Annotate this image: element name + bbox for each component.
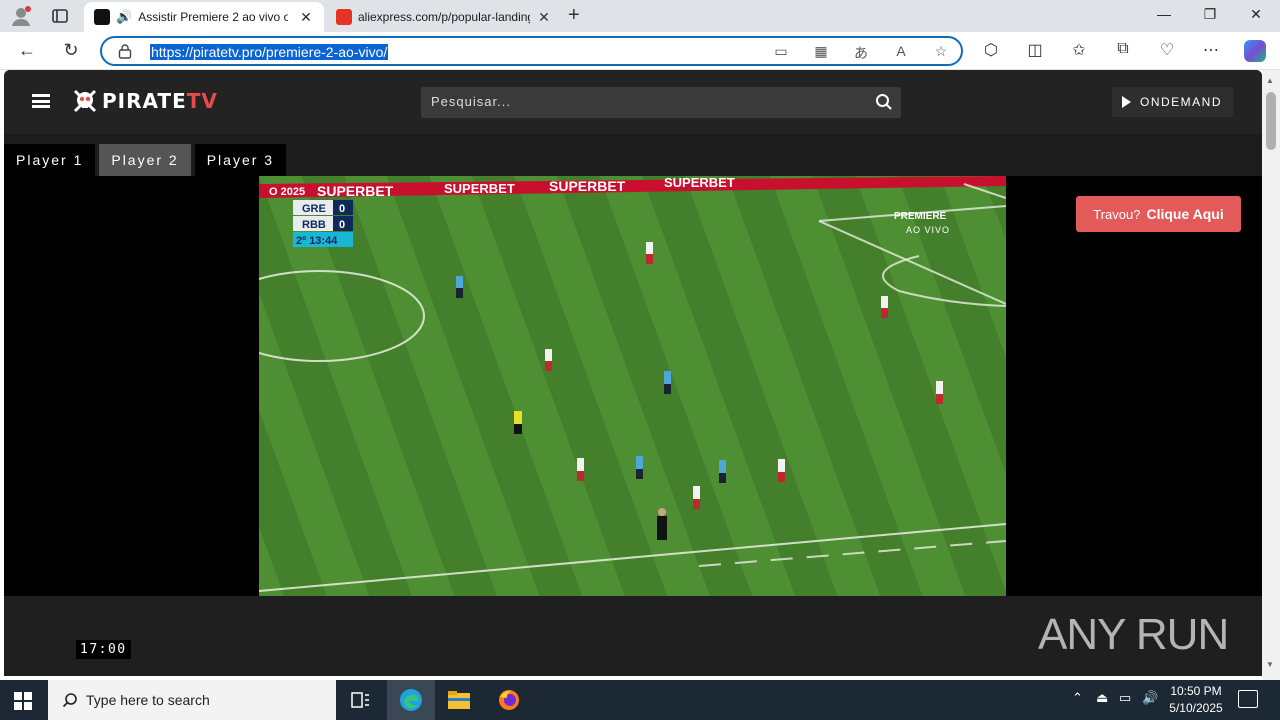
notifications-icon[interactable] [1238,690,1258,708]
favorite-star-icon[interactable]: ☆ [931,43,951,63]
scroll-down-icon[interactable]: ▼ [1266,660,1274,669]
tab-title: aliexpress.com/p/popular-landing [358,10,530,24]
play-icon [1122,96,1131,108]
site-logo[interactable]: PIRATETV [72,88,218,114]
video-frame[interactable]: O 2025 SUPERBET SUPERBET SUPERBET SUPERB… [259,176,1006,596]
football-pitch-image: O 2025 SUPERBET SUPERBET SUPERBET SUPERB… [259,176,1006,596]
close-window-icon[interactable]: ✕ [1246,6,1266,23]
minimize-icon[interactable]: — [1154,6,1174,22]
new-tab-icon[interactable]: + [568,4,580,27]
tab-title: Assistir Premiere 2 ao vivo online [138,10,289,24]
pirate-favicon-icon [94,9,110,25]
channel-logo: PREMIERE [894,211,947,222]
logo-accent: TV [186,89,218,113]
back-icon[interactable]: ← [16,40,38,61]
ondemand-label: ONDEMAND [1140,95,1223,109]
refresh-icon[interactable]: ↻ [60,40,82,61]
browser-toolbar-right: ⬡ ◫ ✩ ⧉ ♡ ⋯ [980,40,1266,62]
url-text[interactable]: https://piratetv.pro/premiere-2-ao-vivo/ [150,44,389,60]
taskbar-search-placeholder: Type here to search [86,692,210,708]
search-icon[interactable] [875,93,893,111]
search-field[interactable]: Pesquisar... [421,87,901,118]
split-screen-icon[interactable]: ◫ [1024,40,1046,62]
year-text: O 2025 [269,186,305,198]
usb-icon[interactable]: ⏏ [1096,690,1108,706]
clock-date: 5/10/2025 [1169,701,1223,715]
site-container: PIRATETV Pesquisar... ONDEMAND Player 1 … [4,70,1262,676]
logo-text: PIRATETV [102,89,218,113]
speaker-icon[interactable]: 🔊 [116,9,132,25]
sponsor-text: SUPERBET [549,178,626,194]
aliexpress-favicon-icon [336,9,352,25]
score-away-value: 0 [339,219,345,231]
favorites-icon[interactable]: ✩ [1068,40,1090,62]
search-icon [62,693,77,708]
file-explorer-icon[interactable] [435,680,483,720]
watermark-text: ANY RUN [1038,610,1229,659]
edge-taskbar-icon[interactable] [387,680,435,720]
tab-piratetv[interactable]: 🔊 Assistir Premiere 2 ao vivo online ✕ [84,2,324,32]
volume-icon[interactable]: 🔊 [1142,690,1158,706]
page-scrollbar[interactable]: ▲ ▼ [1262,70,1280,680]
tab-player-3[interactable]: Player 3 [194,144,287,176]
translate-icon[interactable]: あ [851,43,871,63]
menu-icon[interactable] [32,94,50,108]
tab-aliexpress[interactable]: aliexpress.com/p/popular-landing ✕ [326,2,562,32]
scroll-up-icon[interactable]: ▲ [1266,76,1274,85]
web-page: PIRATETV Pesquisar... ONDEMAND Player 1 … [0,70,1262,680]
score-away-team: RBB [302,219,326,231]
grid-icon[interactable]: ▦ [811,43,831,63]
travou-label: Travou? [1093,206,1141,222]
video-player[interactable]: O 2025 SUPERBET SUPERBET SUPERBET SUPERB… [4,176,1262,596]
tab-actions-icon[interactable] [50,6,70,26]
read-aloud-icon[interactable]: A [891,43,911,63]
player-tabs: Player 1 Player 2 Player 3 [4,144,287,176]
app-available-icon[interactable]: ▭ [771,43,791,63]
tab-player-2[interactable]: Player 2 [99,144,191,176]
task-view-icon[interactable] [336,680,384,720]
match-clock: 2º 13:44 [296,235,338,247]
extensions-icon[interactable]: ⬡ [980,40,1002,62]
address-bar[interactable]: https://piratetv.pro/premiere-2-ao-vivo/… [100,36,963,66]
time-badge: 17:00 [76,640,131,659]
logo-main: PIRATE [102,89,187,113]
score-home-value: 0 [339,203,345,215]
anyrun-watermark: ANY RUN [1038,610,1229,660]
browser-essentials-icon[interactable]: ♡ [1156,40,1178,62]
tray-chevron-icon[interactable]: ⌃ [1072,690,1083,706]
browser-tab-strip: 🔊 Assistir Premiere 2 ao vivo online ✕ a… [0,0,1280,32]
sponsor-text: SUPERBET [444,181,515,196]
taskbar-clock[interactable]: 10:50 PM 5/10/2025 [1162,683,1230,717]
channel-sub: AO VIVO [906,225,950,235]
travou-link: Clique Aqui [1146,206,1224,222]
firefox-icon[interactable] [485,680,533,720]
copilot-icon[interactable] [1244,40,1266,62]
site-header: PIRATETV Pesquisar... ONDEMAND [4,70,1262,134]
sponsor-text: SUPERBET [664,176,735,190]
taskbar-search[interactable]: Type here to search [48,680,336,720]
collections-icon[interactable]: ⧉ [1112,40,1134,62]
lock-icon[interactable] [118,43,132,59]
windows-taskbar: Type here to search ⌃ ⏏ ▭ 🔊 10:50 PM 5/1… [0,680,1280,720]
search-input[interactable]: Pesquisar... [431,94,511,109]
profile-icon[interactable] [10,5,32,27]
restore-icon[interactable]: ❐ [1200,6,1220,23]
scroll-thumb[interactable] [1266,92,1276,150]
ondemand-button[interactable]: ONDEMAND [1112,87,1233,117]
travou-button[interactable]: Travou? Clique Aqui [1076,196,1241,232]
score-home-team: GRE [302,203,326,215]
skull-icon [73,89,97,113]
windows-start-icon[interactable] [14,692,32,710]
sponsor-text: SUPERBET [317,183,394,199]
bottom-bar: 17:00 ANY RUN [4,596,1262,676]
clock-time: 10:50 PM [1170,684,1222,698]
close-tab-icon[interactable]: ✕ [536,9,552,26]
tab-player-1[interactable]: Player 1 [4,144,96,176]
network-icon[interactable]: ▭ [1119,690,1131,706]
more-menu-icon[interactable]: ⋯ [1200,40,1222,62]
close-tab-icon[interactable]: ✕ [298,9,314,26]
